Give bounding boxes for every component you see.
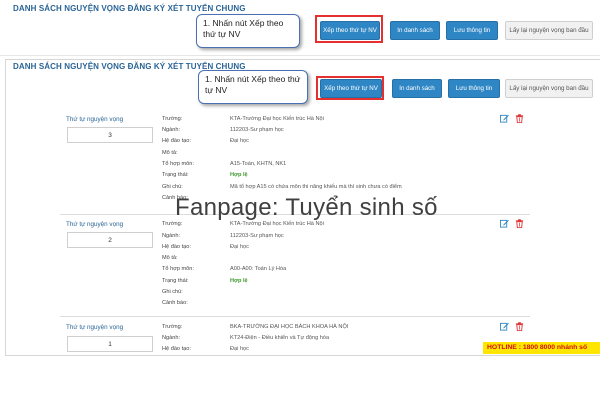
school-label: Trường:	[162, 116, 183, 122]
edit-icon[interactable]	[500, 219, 509, 228]
note-label: Ghi chú:	[162, 289, 183, 295]
top-sort-button[interactable]: Xếp theo thứ tự NV	[320, 21, 380, 40]
order-label: Thứ tự nguyện vọng	[66, 221, 124, 228]
top-sort-callout: 1. Nhấn nút Xếp theo thứ tự NV	[196, 14, 300, 48]
order-input[interactable]: 3	[67, 127, 153, 143]
combo-label: Tổ hợp môn:	[162, 266, 194, 272]
top-strip: DANH SÁCH NGUYỆN VỌNG ĐĂNG KÝ XÉT TUYỂN …	[0, 0, 600, 56]
note-label: Ghi chú:	[162, 184, 183, 190]
print-button[interactable]: In danh sách	[392, 79, 442, 98]
combo-value: A15-Toán, KHTN, NK1	[230, 161, 287, 167]
combo-label: Tổ hợp môn:	[162, 161, 194, 167]
order-label: Thứ tự nguyện vọng	[66, 324, 124, 331]
top-print-button[interactable]: In danh sách	[390, 21, 440, 40]
training-value: Đại học	[230, 244, 249, 250]
major-value: 112203-Sư phạm học	[230, 233, 284, 239]
order-label: Thứ tự nguyện vọng	[66, 116, 124, 123]
note-value: Mã tổ hợp A15 có chứa môn thi năng khiếu…	[230, 184, 402, 190]
top-list-title: DANH SÁCH NGUYỆN VỌNG ĐĂNG KÝ XÉT TUYỂN …	[13, 4, 246, 13]
trash-icon[interactable]	[515, 114, 524, 123]
training-value: Đại học	[230, 346, 249, 352]
warning-label: Cảnh báo:	[162, 300, 188, 306]
major-value: KT24-Điện - Điều khiển và Tự động hóa	[230, 335, 330, 341]
top-restore-button[interactable]: Lấy lại nguyện vọng ban đầu	[505, 21, 593, 40]
order-input[interactable]: 2	[67, 232, 153, 248]
school-value: BKA-TRƯỜNG ĐẠI HỌC BÁCH KHOA HÀ NỘI	[230, 324, 349, 330]
status-value: Hợp lệ	[230, 172, 248, 178]
training-value: Đại học	[230, 138, 249, 144]
desc-label: Mô tả:	[162, 255, 178, 261]
edit-icon[interactable]	[500, 322, 509, 331]
sort-button[interactable]: Xếp theo thứ tự NV	[320, 79, 382, 98]
training-label: Hệ đào tạo:	[162, 138, 191, 144]
school-value: KTA-Trường Đại học Kiến trúc Hà Nội	[230, 116, 324, 122]
major-label: Ngành:	[162, 233, 181, 239]
status-label: Trạng thái:	[162, 278, 189, 284]
hotline-banner: HOTLINE : 1800 8000 nhánh số	[483, 342, 600, 354]
restore-button[interactable]: Lấy lại nguyện vọng ban đầu	[505, 79, 593, 98]
major-label: Ngành:	[162, 335, 181, 341]
top-save-button[interactable]: Lưu thông tin	[446, 21, 498, 40]
edit-icon[interactable]	[500, 114, 509, 123]
training-label: Hệ đào tạo:	[162, 346, 191, 352]
trash-icon[interactable]	[515, 219, 524, 228]
order-input[interactable]: 1	[67, 336, 153, 352]
school-label: Trường:	[162, 324, 183, 330]
divider	[60, 316, 530, 317]
trash-icon[interactable]	[515, 322, 524, 331]
status-label: Trạng thái:	[162, 172, 189, 178]
save-button[interactable]: Lưu thông tin	[448, 79, 500, 98]
major-value: 112203-Sư phạm học	[230, 127, 284, 133]
combo-value: A00-A00: Toán Lý Hóa	[230, 266, 287, 272]
desc-label: Mô tả:	[162, 150, 178, 156]
major-label: Ngành:	[162, 127, 181, 133]
fanpage-watermark: Fanpage: Tuyển sinh số	[175, 194, 438, 221]
training-label: Hệ đào tạo:	[162, 244, 191, 250]
sort-callout: 1. Nhấn nút Xếp theo thứ tự NV	[198, 70, 308, 104]
status-value: Hợp lệ	[230, 278, 248, 284]
